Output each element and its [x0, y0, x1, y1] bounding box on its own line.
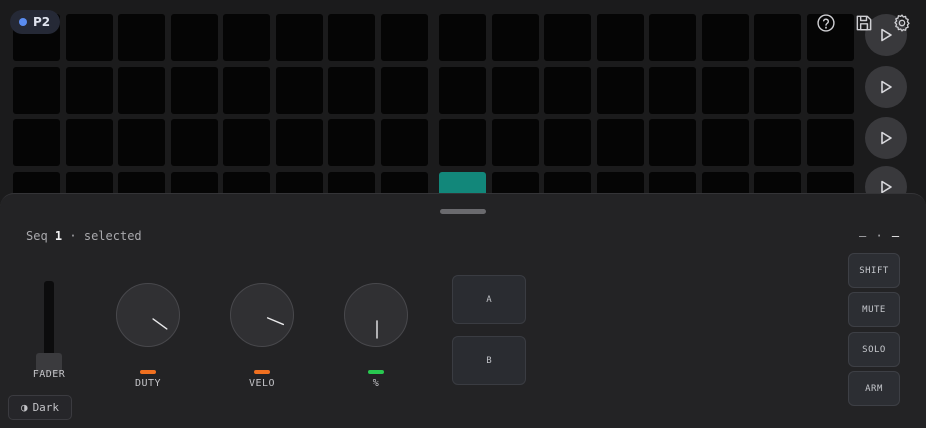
step-cell[interactable] — [13, 66, 60, 114]
panel-drag-handle[interactable] — [440, 209, 486, 214]
velo-label: VELO — [248, 378, 276, 389]
pad-a[interactable]: A — [452, 275, 526, 324]
step-cell[interactable] — [223, 14, 270, 61]
step-cell[interactable] — [596, 14, 644, 61]
step-cell[interactable] — [491, 66, 539, 114]
selection-status: Seq 1 · selected — [26, 229, 142, 243]
step-cell[interactable] — [170, 66, 218, 114]
percent-led — [368, 370, 384, 374]
knob-indicator — [152, 318, 168, 330]
knob-indicator — [376, 320, 378, 339]
fader-label: FADER — [32, 369, 66, 380]
step-cell[interactable] — [118, 14, 165, 61]
step-cell[interactable] — [223, 66, 270, 114]
step-cell[interactable] — [328, 119, 375, 166]
gear-icon — [894, 14, 910, 32]
duty-label: DUTY — [134, 378, 162, 389]
step-cell[interactable] — [649, 119, 696, 166]
step-cell[interactable] — [65, 14, 113, 61]
step-cell[interactable] — [328, 66, 375, 114]
step-cell[interactable] — [439, 119, 486, 166]
step-cell[interactable] — [701, 66, 749, 114]
step-cell[interactable] — [754, 66, 801, 114]
step-cell[interactable] — [754, 119, 801, 166]
step-cell[interactable] — [754, 14, 801, 61]
step-cell[interactable] — [13, 119, 60, 166]
knob-indicator — [266, 317, 285, 326]
status-indicator-dim: – · — [859, 229, 884, 243]
status-suffix: · selected — [69, 229, 142, 243]
row-3-play-button[interactable] — [865, 117, 907, 159]
step-cell[interactable] — [491, 14, 539, 61]
step-cell[interactable] — [170, 119, 218, 166]
percent-label: % — [372, 378, 380, 389]
step-cell[interactable] — [596, 119, 644, 166]
step-cell[interactable] — [380, 66, 428, 114]
save-icon — [856, 15, 872, 31]
status-prefix: Seq — [26, 229, 48, 243]
status-indicator-bright: – — [891, 229, 901, 243]
step-cell[interactable] — [649, 14, 696, 61]
row-2-play-button[interactable] — [865, 66, 907, 108]
duty-knob[interactable] — [116, 283, 180, 347]
step-cell[interactable] — [118, 119, 165, 166]
step-cell[interactable] — [701, 119, 749, 166]
step-cell[interactable] — [380, 14, 428, 61]
step-cell[interactable] — [65, 66, 113, 114]
status-indicator: – · – — [859, 229, 900, 243]
step-cell[interactable] — [544, 14, 591, 61]
mute-button[interactable]: MUTE — [848, 292, 900, 327]
step-cell[interactable] — [701, 14, 749, 61]
arm-button[interactable]: ARM — [848, 371, 900, 406]
help-circle-icon — [817, 14, 835, 32]
save-button[interactable] — [853, 12, 875, 34]
theme-toggle-button[interactable]: ◑ Dark — [8, 395, 72, 420]
duty-led — [140, 370, 156, 374]
theme-label: Dark — [32, 401, 60, 414]
step-cell[interactable] — [596, 66, 644, 114]
step-cell[interactable] — [328, 14, 375, 61]
status-number: 1 — [54, 229, 63, 243]
step-cell[interactable] — [544, 119, 591, 166]
step-cell[interactable] — [806, 119, 854, 166]
step-cell[interactable] — [439, 66, 486, 114]
step-cell[interactable] — [170, 14, 218, 61]
step-cell[interactable] — [275, 14, 323, 61]
help-button[interactable] — [815, 12, 837, 34]
page-indicator-dot — [19, 18, 27, 26]
shift-button[interactable]: SHIFT — [848, 253, 900, 288]
contrast-icon: ◑ — [20, 401, 28, 414]
settings-button[interactable] — [891, 12, 913, 34]
step-cell[interactable] — [380, 119, 428, 166]
step-cell[interactable] — [649, 66, 696, 114]
step-cell[interactable] — [544, 66, 591, 114]
step-cell[interactable] — [275, 66, 323, 114]
velo-led — [254, 370, 270, 374]
velo-knob[interactable] — [230, 283, 294, 347]
page-label: P2 — [33, 15, 51, 29]
step-cell[interactable] — [806, 66, 854, 114]
solo-button[interactable]: SOLO — [848, 332, 900, 367]
play-icon — [881, 131, 892, 145]
step-cell[interactable] — [65, 119, 113, 166]
step-cell[interactable] — [223, 119, 270, 166]
control-panel: Seq 1 · selected – · – FADER DUTY VELO %… — [0, 193, 926, 428]
percent-knob[interactable] — [344, 283, 408, 347]
step-cell[interactable] — [118, 66, 165, 114]
step-cell[interactable] — [439, 14, 486, 61]
play-icon — [881, 80, 892, 94]
step-cell[interactable] — [275, 119, 323, 166]
pad-b[interactable]: B — [452, 336, 526, 385]
page-selector[interactable]: P2 — [10, 10, 61, 34]
step-cell[interactable] — [491, 119, 539, 166]
fader-track[interactable] — [44, 281, 54, 363]
